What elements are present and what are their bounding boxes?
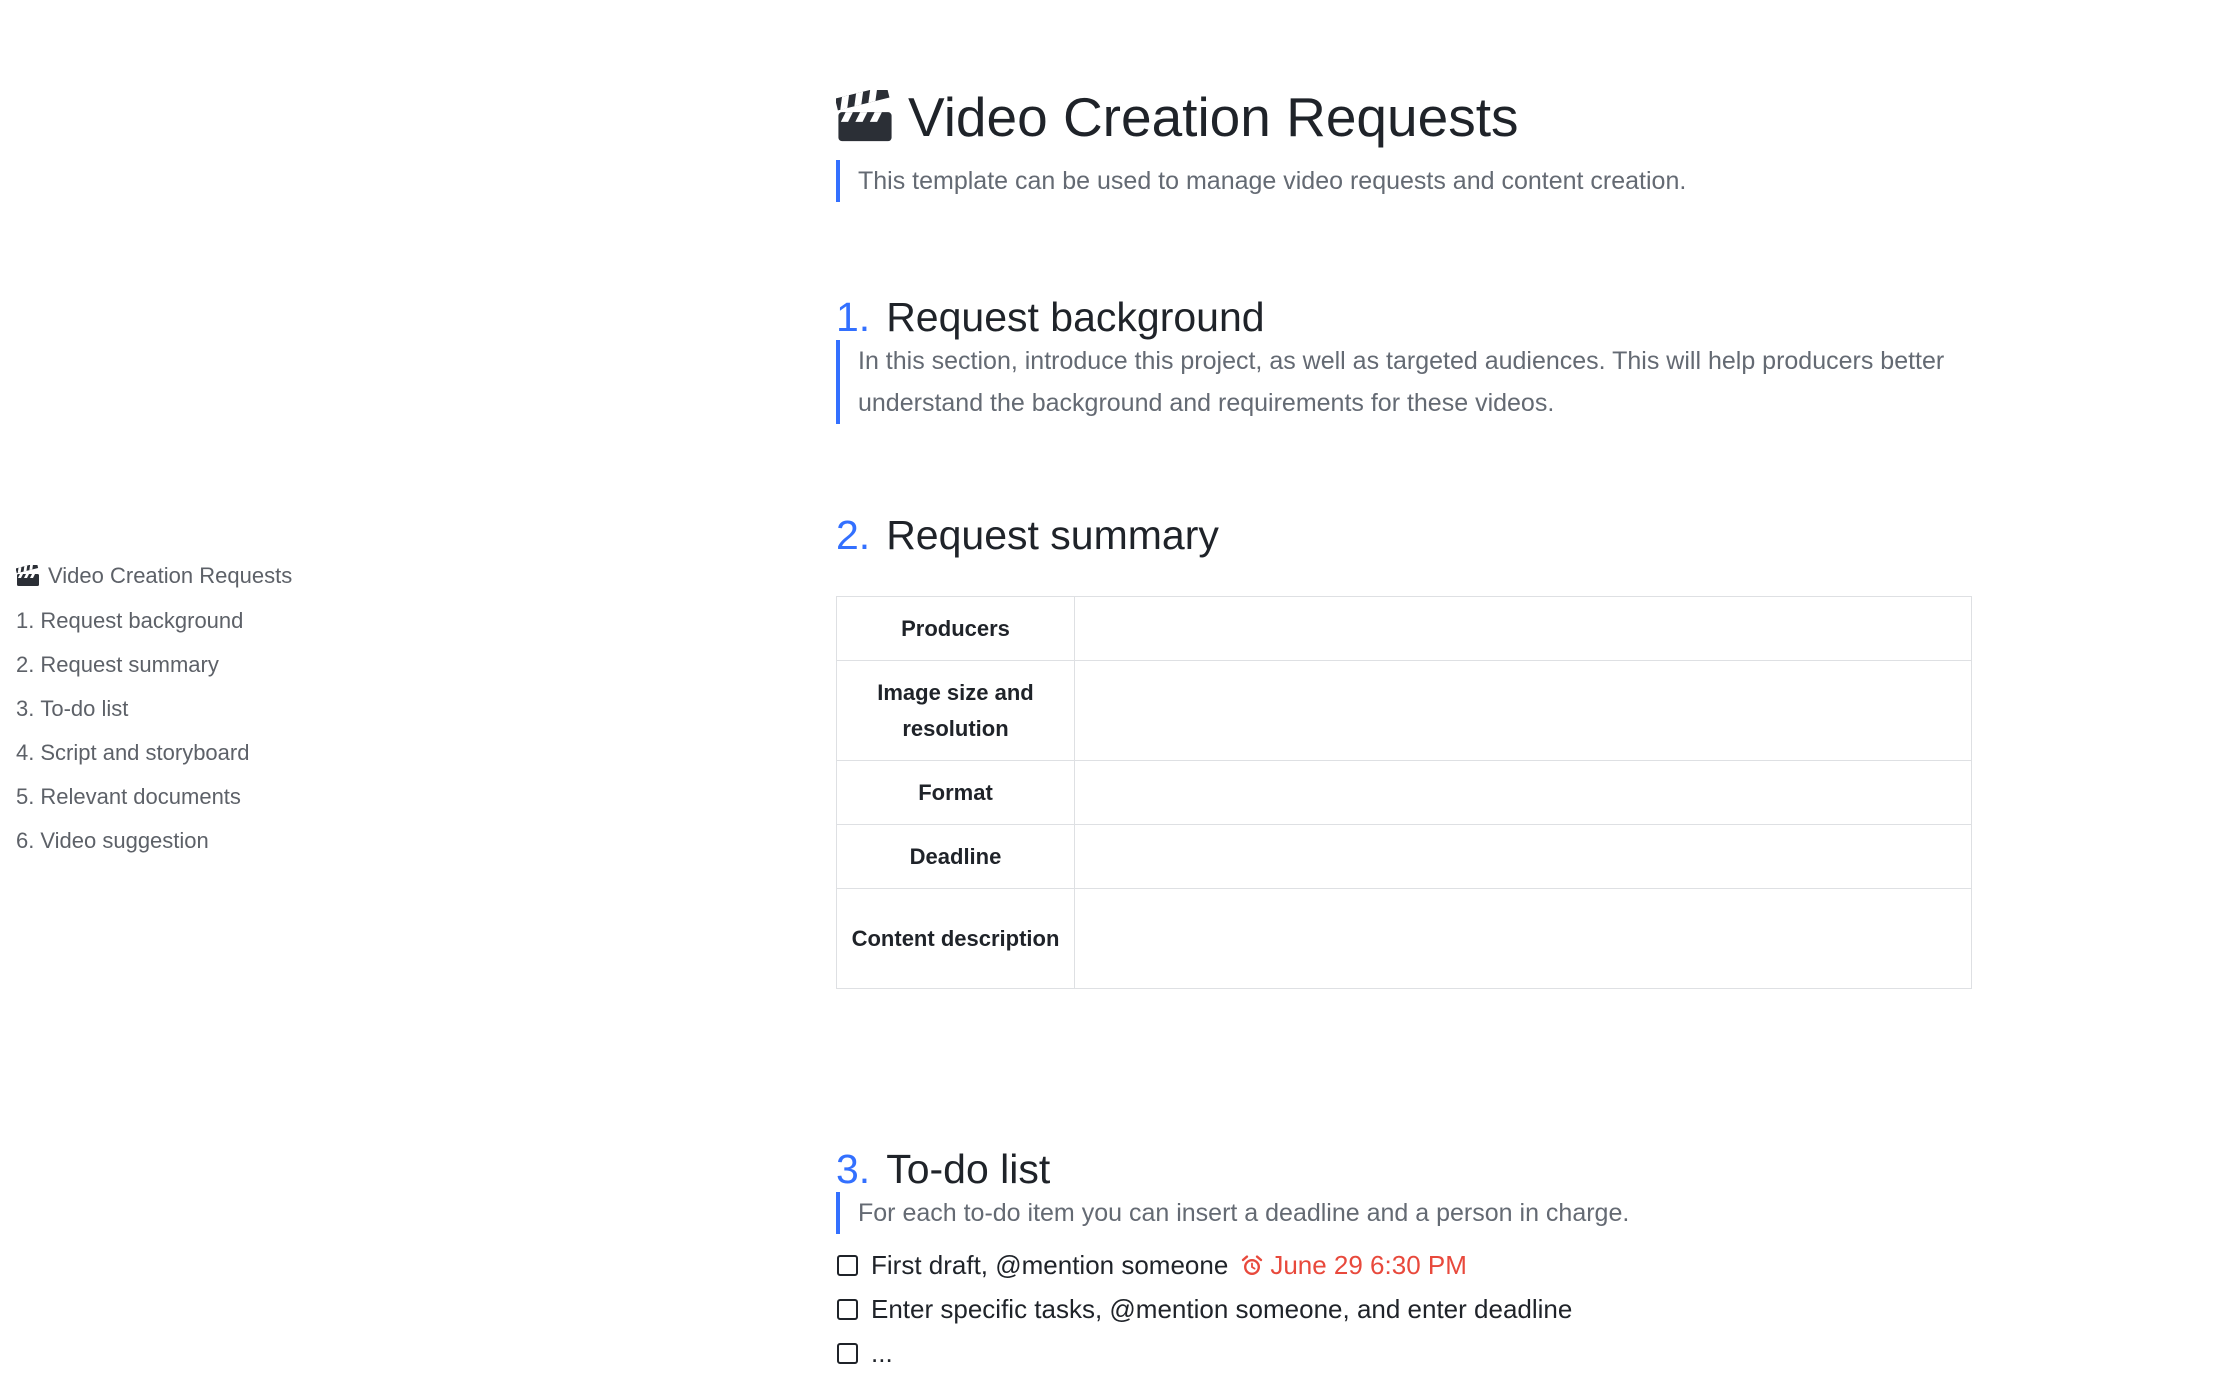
todo-item: First draft, @mention someone June 29 6:… [836, 1250, 1467, 1281]
heading-text: Request summary [886, 512, 1219, 559]
heading-number: 1. [836, 294, 871, 341]
section-heading-request-summary[interactable]: 2. Request summary [836, 512, 1219, 559]
outline-item-label: Request summary [40, 652, 219, 677]
todo-text[interactable]: Enter specific tasks, @mention someone, … [871, 1294, 1572, 1325]
todo-item: Enter specific tasks, @mention someone, … [836, 1294, 1572, 1325]
table-value-cell[interactable] [1074, 888, 1972, 989]
table-row: Deadline [836, 824, 1972, 889]
heading-text: Request background [886, 294, 1265, 341]
outline-item-label: Request background [40, 608, 244, 633]
outline-item-video-suggestion[interactable]: 6. Video suggestion [16, 819, 336, 863]
todo-item: ... [836, 1338, 893, 1369]
outline-doc-title-label: Video Creation Requests [48, 563, 293, 588]
table-value-cell[interactable] [1074, 760, 1972, 825]
table-row: Format [836, 760, 1972, 825]
table-value-cell[interactable] [1074, 824, 1972, 889]
request-summary-table: Producers Image size and resolution Form… [836, 596, 1972, 989]
outline-item-relevant-documents[interactable]: 5. Relevant documents [16, 775, 336, 819]
outline-item-number: 4. [16, 740, 35, 765]
outline-item-request-summary[interactable]: 2. Request summary [16, 643, 336, 687]
table-label-cell[interactable]: Deadline [836, 824, 1075, 889]
outline-item-doc-title[interactable]: Video Creation Requests [16, 553, 336, 599]
outline-item-number: 1. [16, 608, 35, 633]
heading-number: 3. [836, 1146, 871, 1193]
page-title[interactable]: Video Creation Requests [836, 85, 1518, 149]
section-heading-to-do-list[interactable]: 3. To-do list [836, 1146, 1050, 1193]
outline-item-label: Script and storyboard [40, 740, 250, 765]
todo-checkbox[interactable] [837, 1299, 858, 1320]
outline-item-label: Video suggestion [40, 828, 209, 853]
clapperboard-icon [16, 565, 39, 586]
table-label-cell[interactable]: Content description [836, 888, 1075, 989]
outline-item-request-background[interactable]: 1. Request background [16, 599, 336, 643]
table-row: Content description [836, 888, 1972, 989]
outline-item-number: 5. [16, 784, 35, 809]
table-row: Producers [836, 596, 1972, 661]
outline-item-script-and-storyboard[interactable]: 4. Script and storyboard [16, 731, 336, 775]
table-label-cell[interactable]: Image size and resolution [836, 660, 1075, 761]
outline-item-number: 6. [16, 828, 35, 853]
outline-item-label: Relevant documents [40, 784, 241, 809]
todo-checkbox[interactable] [837, 1255, 858, 1276]
heading-text: To-do list [886, 1146, 1051, 1193]
section-heading-request-background[interactable]: 1. Request background [836, 294, 1265, 341]
outline-item-label: To-do list [40, 696, 129, 721]
clapperboard-icon [836, 89, 892, 142]
heading-number: 2. [836, 512, 871, 559]
table-value-cell[interactable] [1074, 660, 1972, 761]
intro-quote[interactable]: This template can be used to manage vide… [836, 160, 1998, 202]
table-value-cell[interactable] [1074, 596, 1972, 661]
to-do-list-quote[interactable]: For each to-do item you can insert a dea… [836, 1192, 1998, 1234]
todo-text[interactable]: ... [871, 1338, 893, 1369]
request-background-quote[interactable]: In this section, introduce this project,… [836, 340, 1998, 424]
todo-checkbox[interactable] [837, 1343, 858, 1364]
todo-text[interactable]: First draft, @mention someone [871, 1250, 1228, 1281]
page-title-text: Video Creation Requests [908, 85, 1519, 148]
table-label-cell[interactable]: Producers [836, 596, 1075, 661]
alarm-clock-icon [1242, 1254, 1263, 1275]
reminder-date: June 29 6:30 PM [1270, 1250, 1467, 1280]
outline-item-to-do-list[interactable]: 3. To-do list [16, 687, 336, 731]
outline-item-number: 3. [16, 696, 35, 721]
outline-item-number: 2. [16, 652, 35, 677]
document-outline: Video Creation Requests 1. Request backg… [16, 553, 336, 863]
reminder-chip[interactable]: June 29 6:30 PM [1240, 1250, 1467, 1281]
table-label-cell[interactable]: Format [836, 760, 1075, 825]
table-row: Image size and resolution [836, 660, 1972, 761]
